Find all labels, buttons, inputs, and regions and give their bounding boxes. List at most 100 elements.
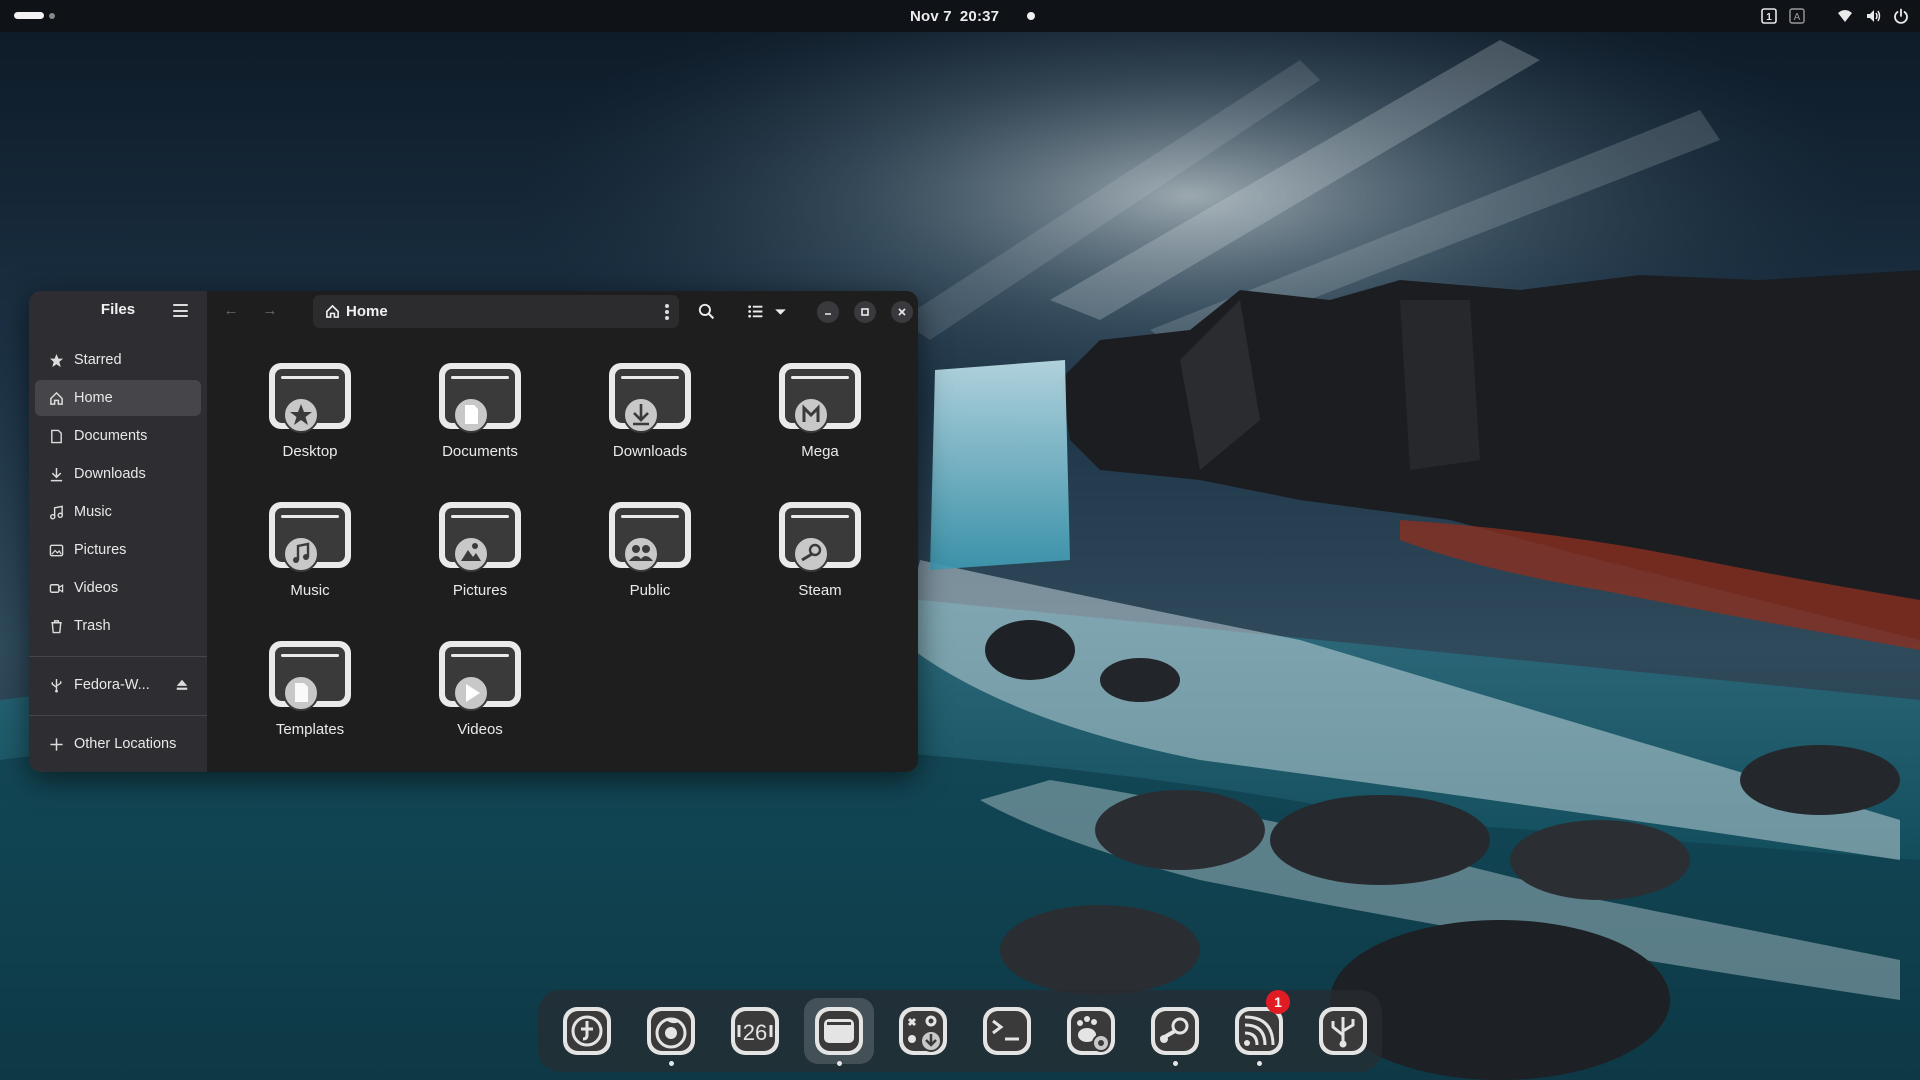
folder-videos[interactable]: Videos: [415, 609, 545, 739]
folder-downloads[interactable]: Downloads: [585, 331, 715, 461]
dock-app-media-writer[interactable]: [552, 998, 622, 1064]
document-icon: [48, 428, 64, 444]
usb-icon: [1319, 1007, 1367, 1055]
home-icon: [326, 304, 339, 318]
folder-play-icon: [435, 635, 525, 717]
clock-date: Nov 7: [910, 7, 952, 25]
clock-button[interactable]: Nov 7 20:37: [910, 0, 1036, 32]
folder-steam[interactable]: Steam: [755, 470, 885, 600]
list-view-icon[interactable]: [746, 302, 764, 320]
maximize-button[interactable]: [854, 301, 876, 323]
sidebar-item-pictures[interactable]: Pictures: [35, 532, 201, 568]
files-window: Files Starred Home Documents Downloads M…: [29, 291, 918, 772]
top-bar: Nov 7 20:37 1 A: [0, 0, 1920, 32]
wifi-icon[interactable]: [1836, 7, 1854, 25]
forward-button[interactable]: →: [260, 301, 280, 321]
dock-app-tweaks[interactable]: [1056, 998, 1126, 1064]
dock-app-steam[interactable]: [1140, 998, 1210, 1066]
close-button[interactable]: [891, 301, 913, 323]
dock: 26 1: [538, 990, 1382, 1072]
folder-music[interactable]: Music: [245, 470, 375, 600]
system-tray[interactable]: 1 A: [1760, 0, 1910, 32]
folder-mega[interactable]: Mega: [755, 331, 885, 461]
dock-app-calendar[interactable]: 26: [720, 998, 790, 1064]
download-icon: [48, 466, 64, 482]
fedora-media-writer-icon: [563, 1007, 611, 1055]
sidebar-item-other-locations[interactable]: Other Locations: [35, 726, 201, 762]
sidebar-item-label: Downloads: [74, 466, 146, 482]
music-icon: [48, 504, 64, 520]
folder-people-icon: [605, 496, 695, 578]
sidebar-item-home[interactable]: Home: [35, 380, 201, 416]
minimize-icon: [825, 313, 831, 315]
sidebar-item-videos[interactable]: Videos: [35, 570, 201, 606]
folder-desktop[interactable]: Desktop: [245, 331, 375, 461]
sidebar-item-label: Trash: [74, 618, 111, 634]
dock-app-terminal[interactable]: [972, 998, 1042, 1064]
folder-document-icon: [265, 635, 355, 717]
dock-app-files[interactable]: [804, 998, 874, 1066]
minimize-button[interactable]: [817, 301, 839, 323]
plus-icon: [48, 736, 64, 752]
dock-app-software[interactable]: [888, 998, 958, 1064]
calendar-icon: 26: [731, 1007, 779, 1055]
software-icon: [899, 1007, 947, 1055]
file-label: Desktop: [282, 443, 338, 460]
file-label: Templates: [275, 721, 345, 738]
sidebar-header: Files: [29, 291, 207, 331]
file-label: Videos: [457, 721, 503, 738]
sidebar-item-label: Other Locations: [74, 736, 177, 752]
video-icon: [48, 580, 64, 596]
path-menu-icon[interactable]: [665, 304, 669, 320]
notification-badge: 1: [1266, 990, 1290, 1014]
steam-icon: [1151, 1007, 1199, 1055]
file-label: Music: [290, 582, 330, 599]
volume-icon[interactable]: [1864, 7, 1882, 25]
star-icon: [48, 352, 64, 368]
accessibility-icon[interactable]: A: [1788, 7, 1806, 25]
sidebar-item-documents[interactable]: Documents: [35, 418, 201, 454]
file-label: Mega: [801, 443, 839, 460]
header-bar: ← → Home: [207, 291, 918, 331]
sidebar-item-trash[interactable]: Trash: [35, 608, 201, 644]
eject-icon[interactable]: [175, 678, 189, 696]
search-icon[interactable]: [697, 302, 715, 320]
view-options-chevron-down-icon[interactable]: [771, 302, 789, 320]
path-bar[interactable]: Home: [313, 295, 679, 328]
home-icon: [48, 390, 64, 406]
maximize-icon: [861, 308, 869, 316]
file-label: Documents: [442, 443, 518, 460]
sidebar-item-music[interactable]: Music: [35, 494, 201, 530]
folder-steam-icon: [775, 496, 865, 578]
sidebar-divider: [29, 656, 207, 657]
folder-pictures-icon: [435, 496, 525, 578]
picture-icon: [48, 542, 64, 558]
sidebar-list: Starred Home Documents Downloads Music P…: [29, 342, 207, 764]
folder-star-icon: [265, 357, 355, 439]
dock-app-firefox[interactable]: [636, 998, 706, 1066]
file-label: Pictures: [452, 582, 508, 599]
activities-button[interactable]: [14, 12, 55, 19]
tray-badge-a: A: [1794, 12, 1801, 23]
folder-documents[interactable]: Documents: [415, 331, 545, 461]
power-icon[interactable]: [1892, 7, 1910, 25]
files-icon: [815, 1007, 863, 1055]
back-button[interactable]: ←: [221, 301, 241, 321]
file-label: Downloads: [612, 443, 688, 460]
path-segment-home[interactable]: Home: [325, 303, 388, 320]
sidebar-item-fedora-drive[interactable]: Fedora-W...: [35, 667, 201, 703]
dock-app-rss[interactable]: 1: [1224, 990, 1294, 1066]
sidebar-item-label: Documents: [74, 428, 148, 444]
folder-document-icon: [435, 357, 525, 439]
sidebar: Files Starred Home Documents Downloads M…: [29, 291, 207, 772]
folder-templates[interactable]: Templates: [245, 609, 375, 739]
sidebar-item-starred[interactable]: Starred: [35, 342, 201, 378]
folder-public[interactable]: Public: [585, 470, 715, 600]
folder-pictures[interactable]: Pictures: [415, 470, 545, 600]
hamburger-menu-icon[interactable]: [173, 304, 188, 317]
dock-app-usb-writer[interactable]: [1308, 998, 1378, 1064]
file-label: Steam: [798, 582, 842, 599]
sidebar-item-downloads[interactable]: Downloads: [35, 456, 201, 492]
workspace-indicator-active: [14, 12, 44, 19]
keyboard-layout-icon[interactable]: 1: [1760, 7, 1778, 25]
